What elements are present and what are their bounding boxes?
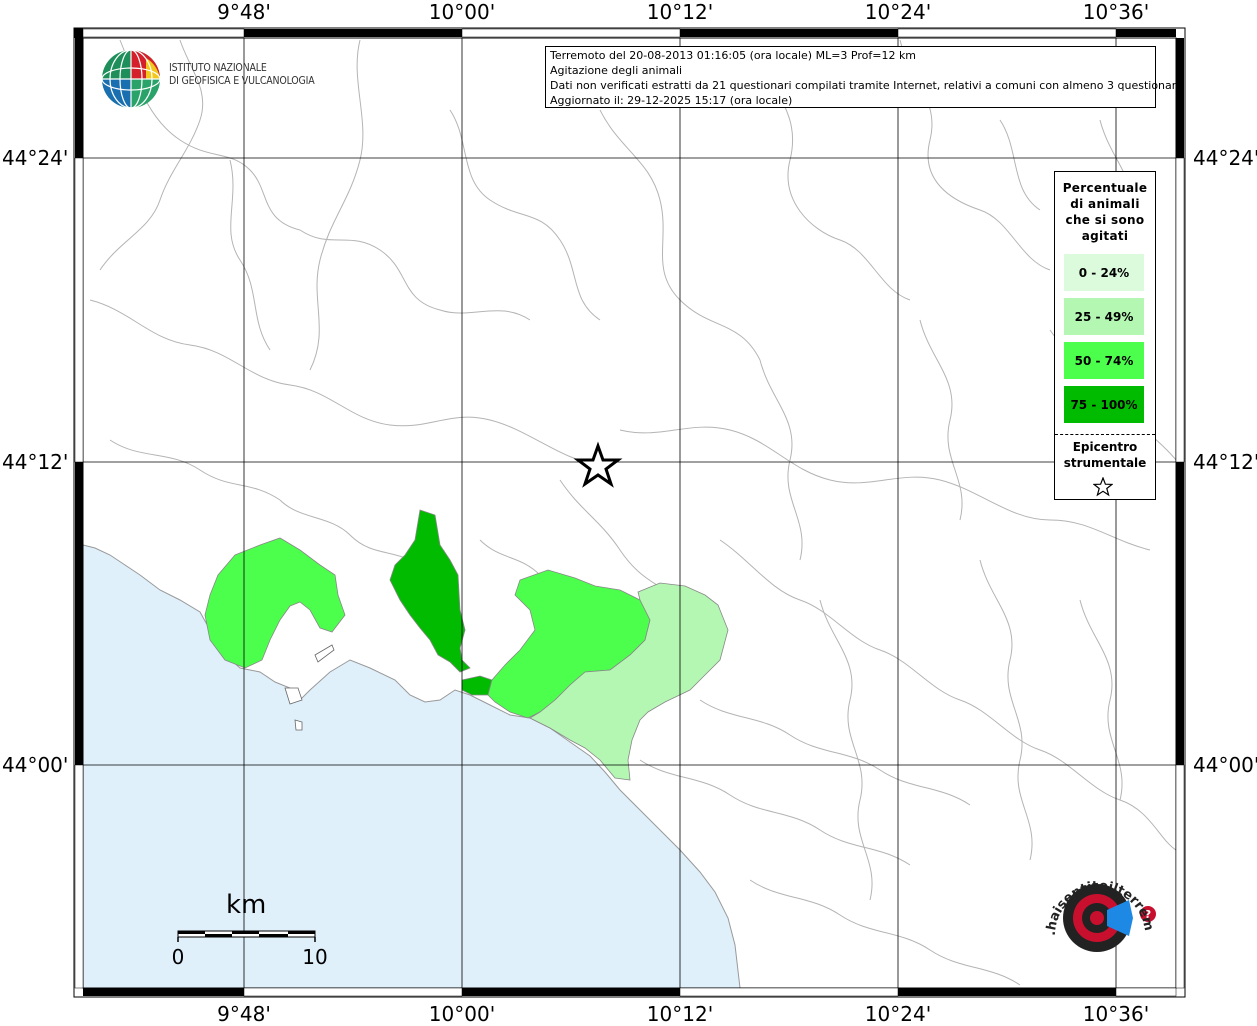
bottom-lon-label: 10°36': [1082, 1002, 1150, 1026]
ingv-logo: ISTITUTO NAZIONALE DI GEOFISICA E VULCAN…: [100, 48, 320, 110]
top-lon-label: 10°36': [1082, 0, 1150, 24]
legend-class-75-100: 75 - 100%: [1064, 386, 1144, 423]
event-title: Terremoto del 20-08-2013 01:16:05 (ora l…: [550, 49, 917, 62]
top-lon-label: 10°12': [646, 0, 714, 24]
top-lon-label: 10°24': [864, 0, 932, 24]
top-lon-label: 9°48': [217, 0, 271, 24]
legend-class-0-24: 0 - 24%: [1064, 254, 1144, 291]
municipality-75-100-coast[interactable]: [461, 675, 493, 696]
globe-icon: [101, 49, 161, 109]
event-info-box: Terremoto del 20-08-2013 01:16:05 (ora l…: [545, 46, 1183, 108]
update-timestamp: Aggiornato il: 29-12-2025 15:17 (ora loc…: [550, 94, 793, 107]
bottom-lon-label: 10°24': [864, 1002, 932, 1026]
bottom-lon-label: 10°00': [428, 1002, 496, 1026]
right-lat-label: 44°00': [1193, 753, 1257, 777]
legend-class-25-49: 25 - 49%: [1064, 298, 1144, 335]
right-lat-label: 44°12': [1193, 450, 1257, 474]
right-lat-label: 44°24': [1193, 146, 1257, 170]
legend-class-50-74: 50 - 74%: [1064, 342, 1144, 379]
star-icon: [1093, 477, 1113, 497]
scale-start: 0: [171, 945, 185, 969]
left-lat-label: 44°24': [2, 146, 69, 170]
hst-watermark: ? www.haisentitoilterremoto.it: [1031, 849, 1167, 975]
scale-unit: km: [226, 890, 267, 920]
hst-logo-icon: ? www.haisentitoilterremoto.it: [1031, 849, 1156, 952]
top-lon-label: 10°00': [428, 0, 496, 24]
legend-divider: [1055, 434, 1155, 435]
map-subject: Agitazione degli animali: [550, 64, 683, 77]
legend: Percentuale di animali che si sono agita…: [1054, 171, 1156, 500]
left-lat-label: 44°00': [2, 753, 69, 777]
logo-line1: ISTITUTO NAZIONALE: [169, 62, 267, 74]
data-note: Dati non verificati estratti da 21 quest…: [550, 79, 1183, 92]
legend-title: Percentuale di animali che si sono agita…: [1062, 181, 1148, 243]
scale-end: 10: [302, 945, 328, 969]
legend-epicenter-label: Epicentro strumentale: [1063, 440, 1147, 470]
bottom-lon-label: 10°12': [646, 1002, 714, 1026]
logo-line2: DI GEOFISICA E VULCANOLOGIA: [169, 75, 315, 87]
left-lat-label: 44°12': [2, 450, 69, 474]
bottom-lon-label: 9°48': [217, 1002, 271, 1026]
